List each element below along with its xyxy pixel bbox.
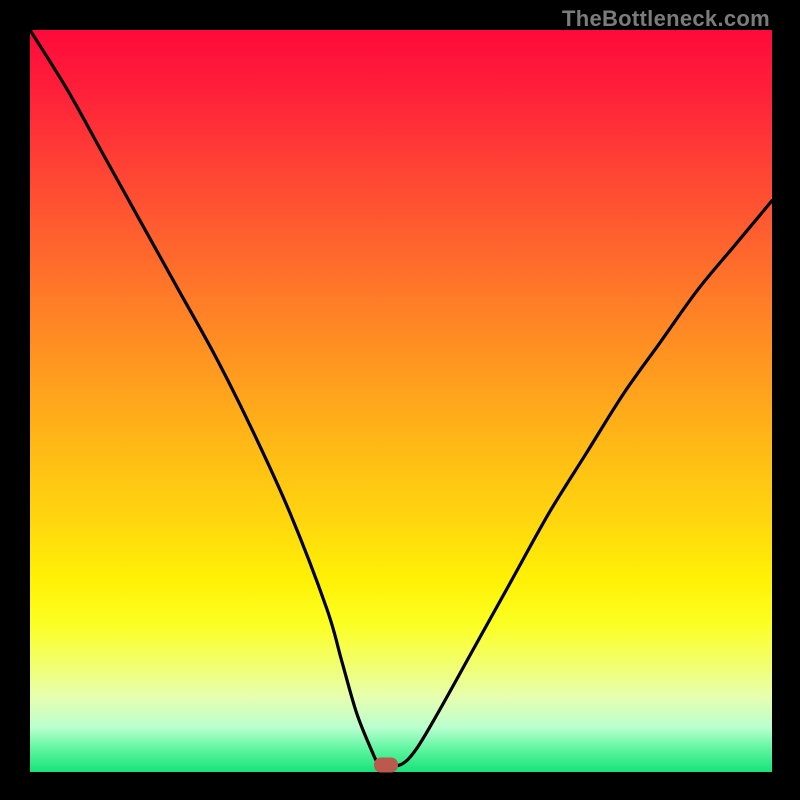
optimum-marker: [374, 757, 398, 772]
bottleneck-curve: [30, 30, 772, 772]
plot-area: [30, 30, 772, 772]
curve-path: [30, 30, 772, 766]
chart-frame: TheBottleneck.com: [0, 0, 800, 800]
watermark-label: TheBottleneck.com: [562, 6, 770, 32]
